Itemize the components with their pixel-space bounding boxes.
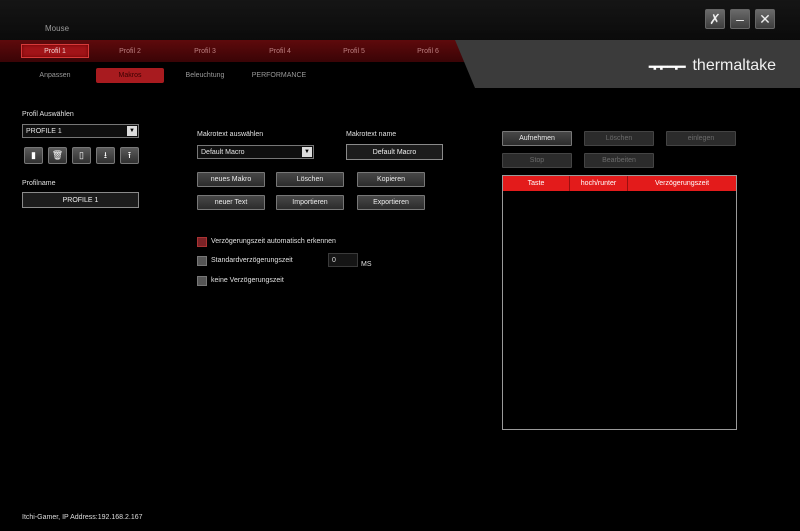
column-taste: Taste bbox=[503, 176, 570, 191]
default-delay-input[interactable]: 0 bbox=[328, 253, 358, 267]
insert-button[interactable]: einlegen bbox=[666, 131, 736, 146]
import-button[interactable]: Importieren bbox=[276, 195, 344, 210]
tab-profil-5[interactable]: Profil 5 bbox=[324, 44, 384, 58]
stop-button[interactable]: Stop bbox=[502, 153, 572, 168]
default-delay-checkbox[interactable] bbox=[197, 256, 207, 266]
macro-events-table[interactable]: Taste hoch/runter Verzögerungszeit bbox=[502, 175, 737, 430]
minimize-icon[interactable]: – bbox=[730, 9, 750, 29]
chevron-down-icon: ▼ bbox=[127, 126, 137, 136]
device-title: Mouse bbox=[45, 24, 70, 33]
table-header: Taste hoch/runter Verzögerungszeit bbox=[503, 176, 736, 191]
export-icon[interactable]: ⭱ bbox=[120, 147, 139, 164]
macro-name-label: Makrotext name bbox=[346, 131, 397, 138]
copy-icon[interactable]: ▯ bbox=[72, 147, 91, 164]
tab-profil-2[interactable]: Profil 2 bbox=[100, 44, 160, 58]
tools-icon[interactable]: ✗ bbox=[705, 9, 725, 29]
macro-select-label: Makrotext auswählen bbox=[197, 131, 264, 138]
subtab-makros[interactable]: Makros bbox=[96, 68, 164, 83]
macro-name-field[interactable]: Default Macro bbox=[346, 144, 443, 160]
chevron-down-icon: ▼ bbox=[302, 147, 312, 157]
column-hoch-runter: hoch/runter bbox=[570, 176, 628, 191]
auto-delay-checkbox[interactable] bbox=[197, 237, 207, 247]
import-icon[interactable]: ⭳ bbox=[96, 147, 115, 164]
tab-profil-3[interactable]: Profil 3 bbox=[175, 44, 235, 58]
no-delay-checkbox[interactable] bbox=[197, 276, 207, 286]
close-icon[interactable]: ✕ bbox=[755, 9, 775, 29]
export-button[interactable]: Exportieren bbox=[357, 195, 425, 210]
macro-select[interactable]: Default Macro ▼ bbox=[197, 145, 314, 159]
tab-profil-4[interactable]: Profil 4 bbox=[250, 44, 310, 58]
profile-select[interactable]: PROFILE 1 ▼ bbox=[22, 124, 139, 138]
save-icon[interactable]: ▮ bbox=[24, 147, 43, 164]
record-button[interactable]: Aufnehmen bbox=[502, 131, 572, 146]
subtab-performance[interactable]: PERFORMANCE bbox=[250, 68, 308, 83]
status-text: Itchi-Gamer, IP Address:192.168.2.167 bbox=[22, 514, 143, 521]
delete-macro-button[interactable]: Löschen bbox=[276, 172, 344, 187]
default-delay-label: Standardverzögerungszeit bbox=[211, 257, 293, 264]
profile-select-value: PROFILE 1 bbox=[26, 127, 62, 135]
edit-button[interactable]: Bearbeiten bbox=[584, 153, 654, 168]
brand-logo: ᅲᅮ thermaltake bbox=[648, 50, 776, 82]
delete-icon[interactable]: 🗑 bbox=[48, 147, 67, 164]
tab-profil-6[interactable]: Profil 6 bbox=[398, 44, 458, 58]
macro-select-value: Default Macro bbox=[201, 148, 245, 156]
subtab-beleuchtung[interactable]: Beleuchtung bbox=[180, 68, 230, 83]
profile-select-label: Profil Auswählen bbox=[22, 111, 74, 118]
thermaltake-logo-icon: ᅲᅮ bbox=[648, 55, 687, 80]
profile-name-field[interactable]: PROFILE 1 bbox=[22, 192, 139, 208]
subtab-anpassen[interactable]: Anpassen bbox=[30, 68, 80, 83]
copy-macro-button[interactable]: Kopieren bbox=[357, 172, 425, 187]
column-verzoegerungszeit: Verzögerungszeit bbox=[654, 180, 710, 187]
new-text-button[interactable]: neuer Text bbox=[197, 195, 265, 210]
auto-delay-label: Verzögerungszeit automatisch erkennen bbox=[211, 238, 336, 245]
brand-name: thermaltake bbox=[692, 57, 777, 74]
profile-name-label: Profilname bbox=[22, 180, 56, 187]
tab-profil-1[interactable]: Profil 1 bbox=[21, 44, 89, 58]
title-bar bbox=[0, 0, 800, 40]
new-macro-button[interactable]: neues Makro bbox=[197, 172, 265, 187]
default-delay-unit: MS bbox=[361, 261, 372, 268]
no-delay-label: keine Verzögerungszeit bbox=[211, 277, 284, 284]
record-delete-button[interactable]: Löschen bbox=[584, 131, 654, 146]
